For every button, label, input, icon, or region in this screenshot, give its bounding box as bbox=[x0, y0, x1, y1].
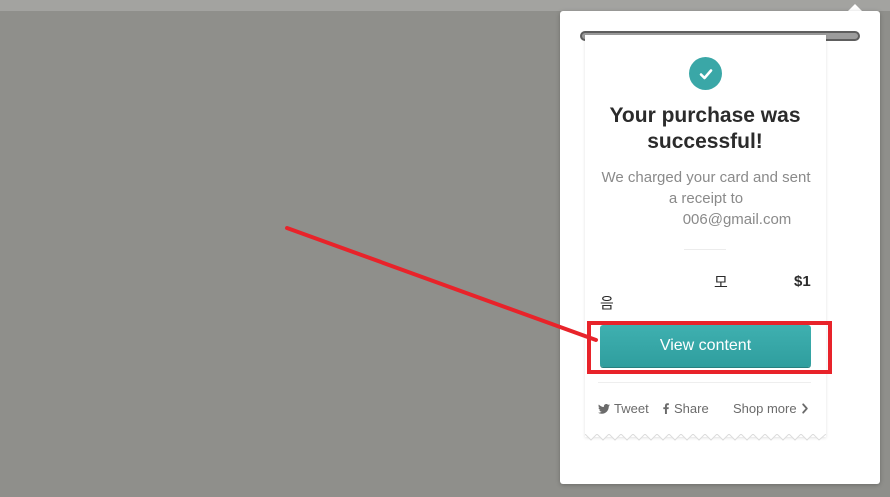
receipt-torn-edge bbox=[585, 434, 826, 441]
check-icon bbox=[699, 68, 712, 79]
shop-more-link[interactable]: Shop more bbox=[733, 401, 809, 416]
receipt-message-text: We charged your card and sent a receipt … bbox=[601, 169, 811, 207]
divider bbox=[684, 249, 726, 250]
annotation-highlight-box bbox=[587, 321, 832, 374]
item-name-part2: 음 bbox=[600, 295, 614, 312]
success-check-icon bbox=[689, 57, 722, 90]
tweet-link[interactable]: Tweet bbox=[598, 401, 649, 416]
chevron-right-icon bbox=[801, 403, 808, 414]
purchase-success-title: Your purchase was successful! bbox=[609, 104, 801, 153]
popup-caret bbox=[848, 4, 862, 11]
receipt-email: 006@gmail.com bbox=[682, 211, 792, 228]
shop-more-label: Shop more bbox=[733, 401, 797, 416]
share-label: Share bbox=[674, 401, 709, 416]
receipt-message: We charged your card and sent a receipt … bbox=[596, 167, 816, 230]
share-link[interactable]: Share bbox=[662, 401, 709, 416]
tweet-label: Tweet bbox=[614, 401, 649, 416]
facebook-icon bbox=[663, 403, 669, 414]
divider bbox=[598, 382, 811, 383]
receipt-card bbox=[585, 35, 826, 437]
item-price: $1 bbox=[794, 273, 811, 290]
background-top-strip bbox=[0, 0, 890, 11]
item-name-part1: 모 bbox=[714, 274, 728, 291]
twitter-icon bbox=[598, 403, 610, 414]
